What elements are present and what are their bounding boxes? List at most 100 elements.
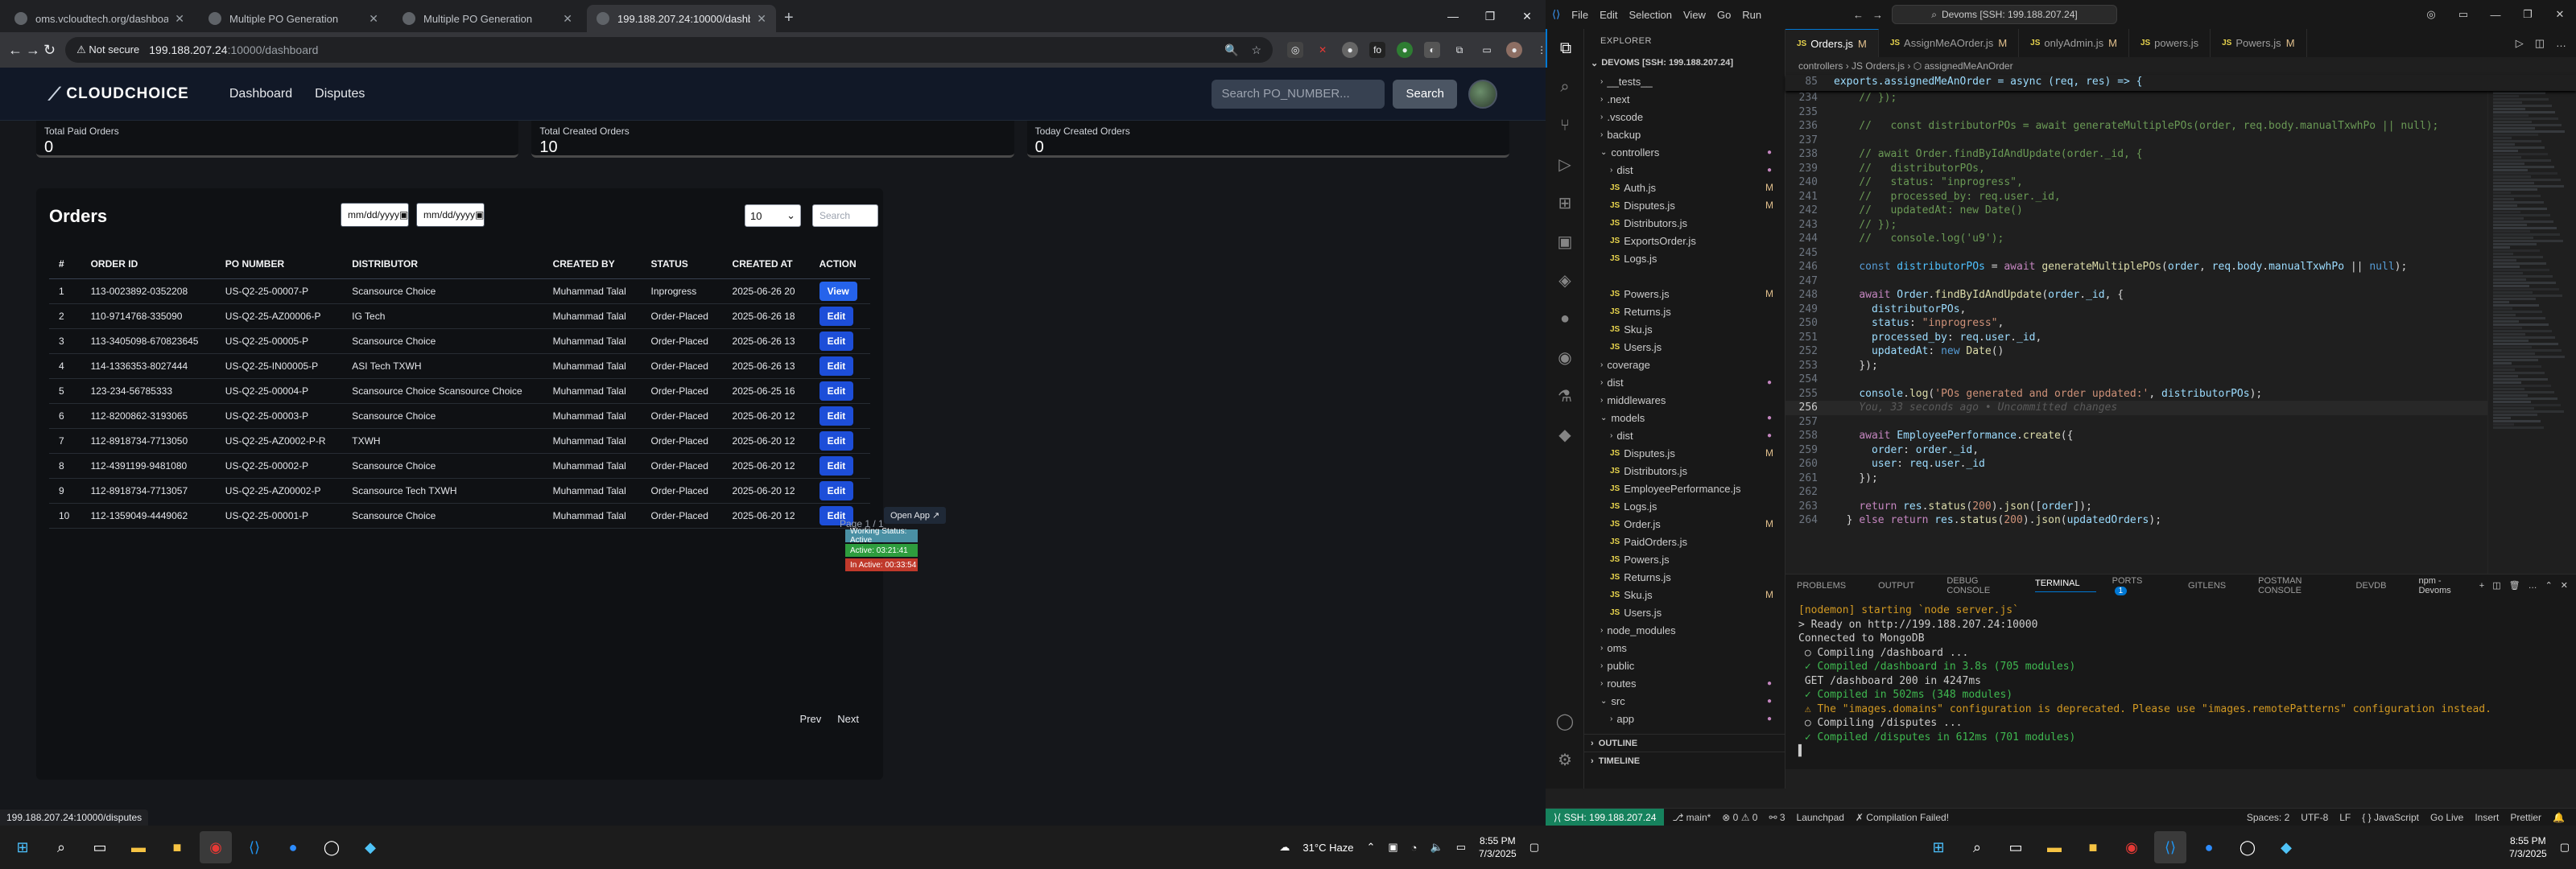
gitlens-icon[interactable]: ◈ — [1546, 261, 1584, 299]
app-icon[interactable]: ◆ — [354, 831, 386, 863]
date-to-input[interactable]: mm/dd/yyyy ▣ — [416, 203, 485, 227]
outline-section[interactable]: › OUTLINE — [1584, 734, 1785, 752]
remote-explorer-icon[interactable]: ▣ — [1546, 222, 1584, 261]
task-view-icon[interactable]: ▭ — [84, 831, 116, 863]
nav-dashboard[interactable]: Dashboard — [229, 87, 292, 101]
editor-tab[interactable]: JS onlyAdmin.js M — [2019, 29, 2129, 57]
more-actions-icon[interactable]: … — [2556, 37, 2566, 49]
code-line[interactable]: 250 status: "inprogress", — [1785, 316, 2558, 331]
code-line[interactable]: 247 — [1785, 274, 2558, 289]
close-panel-icon[interactable]: ✕ — [2561, 580, 2568, 591]
file-explorer-icon[interactable]: ▬ — [122, 831, 155, 863]
store-icon[interactable]: ■ — [161, 831, 193, 863]
run-debug-icon[interactable]: ▷ — [1546, 145, 1584, 183]
code-line[interactable]: 244 // console.log('u9'); — [1785, 232, 2558, 246]
code-line[interactable]: 257 — [1785, 415, 2558, 430]
tree-item[interactable]: JS Returns.js — [1584, 303, 1785, 320]
column-header[interactable]: CREATED AT — [722, 249, 810, 279]
code-line[interactable]: 234 // }); — [1785, 91, 2558, 105]
edit-button[interactable]: Edit — [819, 406, 854, 426]
tab-close-icon[interactable]: ✕ — [563, 12, 572, 26]
calendar-icon[interactable]: ▣ — [475, 209, 484, 220]
column-header[interactable]: CREATED BY — [543, 249, 642, 279]
zoom-icon[interactable]: 🔍 — [1224, 43, 1238, 57]
code-line[interactable]: 249 distributorPOs, — [1785, 303, 2558, 317]
close-icon[interactable]: ✕ — [1509, 0, 1546, 32]
tree-item[interactable]: JS Disputes.js M — [1584, 196, 1785, 214]
minimize-icon[interactable]: — — [1435, 0, 1472, 32]
tree-item[interactable]: JS Powers.js M — [1584, 285, 1785, 303]
clock[interactable]: 8:55 PM 7/3/2025 — [1479, 834, 1517, 860]
close-icon[interactable]: ✕ — [2544, 8, 2576, 21]
extension-icon[interactable]: ◎ — [1287, 42, 1304, 58]
code-line[interactable]: 235 — [1785, 105, 2558, 120]
extension-icon[interactable]: ✕ — [1315, 42, 1331, 58]
browser-tab[interactable]: oms.vcloudtech.org/dashboard ✕ — [5, 5, 194, 32]
profile-avatar[interactable]: ● — [1506, 42, 1523, 58]
zoom-app-icon[interactable]: ● — [2193, 831, 2225, 863]
tree-item[interactable]: JS Distributors.js — [1584, 214, 1785, 232]
tree-item[interactable]: JS Auth.js M — [1584, 179, 1785, 196]
edit-button[interactable]: Edit — [819, 455, 854, 476]
address-bar[interactable]: ⚠ Not secure 199.188.207.24:10000/dashbo… — [65, 37, 1274, 63]
problems-indicator[interactable]: ⊗ 0 ⚠ 0 — [1722, 812, 1757, 823]
tree-item[interactable]: ⌄ controllers ● — [1584, 143, 1785, 161]
tree-item[interactable]: JS Sku.js M — [1584, 586, 1785, 603]
explorer-icon[interactable]: ⧉ — [1546, 29, 1584, 68]
panel-tab[interactable]: PORTS1 — [2112, 576, 2172, 595]
maximize-panel-icon[interactable]: ⌃ — [2545, 580, 2553, 591]
tree-item[interactable]: JS Sku.js — [1584, 320, 1785, 338]
store-icon[interactable]: ■ — [2077, 831, 2109, 863]
column-header[interactable]: ACTION — [809, 249, 870, 279]
menu-item[interactable]: View — [1683, 9, 1706, 21]
code-line[interactable]: 251 processed_by: req.user._id, — [1785, 331, 2558, 345]
vscode-icon[interactable]: ⟨⟩ — [238, 831, 270, 863]
python-icon[interactable]: ◆ — [1546, 415, 1584, 454]
browser-tab[interactable]: 199.188.207.24:10000/dashboar ✕ — [587, 5, 776, 32]
command-center[interactable]: ⌕ Devoms [SSH: 199.188.207.24] — [1892, 5, 2117, 24]
code-line[interactable]: 254 — [1785, 373, 2558, 387]
editor-tab[interactable]: JS powers.js — [2129, 29, 2211, 57]
edit-button[interactable]: Edit — [819, 480, 854, 500]
app-icon[interactable]: ◆ — [2270, 831, 2302, 863]
page-size-select[interactable]: 10 ⌄ — [745, 204, 801, 227]
chrome-icon[interactable]: ◉ — [200, 831, 232, 863]
column-header[interactable]: DISTRIBUTOR — [342, 249, 543, 279]
layout-icon[interactable]: ▭ — [2447, 8, 2479, 21]
network-icon[interactable]: ▣ — [1388, 841, 1397, 854]
brand-logo[interactable]: ⟋ CLOUDCHOICE — [48, 84, 189, 105]
ports-indicator[interactable]: ⚯ 3 — [1769, 812, 1785, 823]
tree-item[interactable]: JS Disputes.js M — [1584, 444, 1785, 462]
tree-item[interactable]: JS EmployeePerformance.js — [1584, 480, 1785, 497]
wifi-icon[interactable]: ◔ — [1411, 842, 1418, 854]
tree-item[interactable]: ⌄ models ● — [1584, 409, 1785, 426]
column-header[interactable]: # — [49, 249, 81, 279]
editor-tab[interactable]: JS Orders.js M — [1785, 29, 1879, 57]
file-explorer-icon[interactable]: ▬ — [2038, 831, 2070, 863]
restore-icon[interactable]: ❐ — [1472, 0, 1509, 32]
panel-tab[interactable]: OUTPUT — [1878, 581, 1930, 591]
browser-tab[interactable]: Multiple PO Generation ✕ — [393, 5, 582, 32]
app-icon[interactable]: ◯ — [2231, 831, 2264, 863]
tree-item[interactable]: › __tests__ — [1584, 72, 1785, 90]
panel-tab[interactable]: DEVDB — [2356, 581, 2403, 591]
nav-back-icon[interactable]: ← — [1853, 9, 1864, 21]
indent-indicator[interactable]: Spaces: 2 — [2247, 812, 2289, 823]
code-line[interactable]: 252 updatedAt: new Date() — [1785, 344, 2558, 359]
sticky-scroll-line[interactable]: 85 exports.assignedMeAnOrder = async (req… — [1785, 75, 2576, 91]
code-line[interactable]: 253 }); — [1785, 359, 2558, 373]
more-icon[interactable]: … — [2529, 581, 2537, 591]
restore-icon[interactable]: ❐ — [2512, 8, 2544, 21]
extensions-icon[interactable]: ⊞ — [1546, 183, 1584, 222]
remote-indicator[interactable]: ⟩⟨ SSH: 199.188.207.24 — [1546, 808, 1665, 826]
next-button[interactable]: Next — [837, 713, 859, 725]
code-line[interactable]: 243 // }); — [1785, 218, 2558, 233]
weather-icon[interactable]: ☁ — [1279, 841, 1290, 854]
account-icon[interactable]: ◯ — [1546, 702, 1584, 740]
edit-button[interactable]: Edit — [819, 306, 854, 326]
insert-mode-indicator[interactable]: Insert — [2475, 812, 2499, 823]
tree-item[interactable]: › dist ● — [1584, 161, 1785, 179]
edit-button[interactable]: Edit — [819, 356, 854, 376]
compilation-status[interactable]: ✗ Compilation Failed! — [1856, 812, 1949, 823]
menu-item[interactable]: Run — [1742, 9, 1761, 21]
